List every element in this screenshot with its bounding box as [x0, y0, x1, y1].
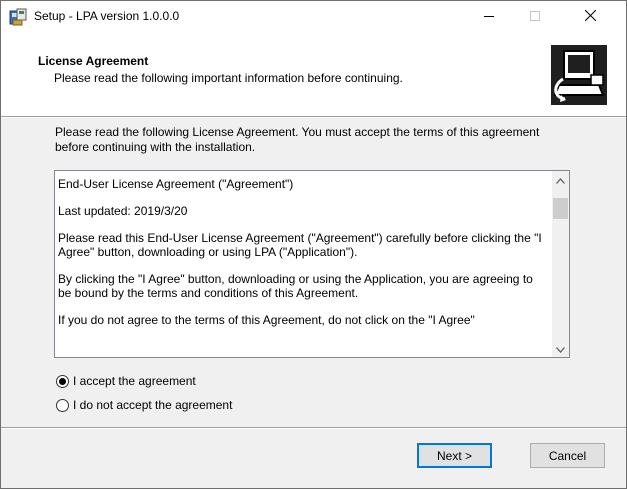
- license-text-box[interactable]: End-User License Agreement ("Agreement")…: [54, 170, 570, 358]
- cancel-button[interactable]: Cancel: [530, 443, 605, 468]
- license-paragraph: By clicking the "I Agree" button, downlo…: [58, 272, 533, 300]
- vertical-scrollbar[interactable]: [552, 171, 569, 357]
- minimize-button[interactable]: [466, 1, 512, 32]
- license-text[interactable]: End-User License Agreement ("Agreement")…: [58, 177, 544, 340]
- scroll-up-button[interactable]: [552, 171, 569, 188]
- window-title: Setup - LPA version 1.0.0.0: [34, 9, 180, 23]
- chevron-up-icon: [556, 173, 565, 187]
- computer-install-icon: [551, 45, 607, 105]
- maximize-button[interactable]: [512, 1, 558, 32]
- next-button[interactable]: Next >: [417, 443, 492, 468]
- intro-text: Please read the following License Agreem…: [55, 125, 540, 154]
- setup-window: Setup - LPA version 1.0.0.0 License Agre…: [0, 0, 627, 489]
- maximize-icon: [530, 10, 540, 24]
- license-paragraph: Last updated: 2019/3/20: [58, 204, 188, 218]
- decline-radio[interactable]: [56, 398, 69, 412]
- scrollbar-thumb[interactable]: [553, 198, 568, 219]
- close-button[interactable]: [567, 1, 613, 32]
- accept-radio[interactable]: [56, 374, 69, 388]
- license-paragraph: Please read this End-User License Agreem…: [58, 231, 542, 259]
- license-paragraph: End-User License Agreement ("Agreement"): [58, 177, 294, 191]
- title-bar[interactable]: Setup - LPA version 1.0.0.0: [1, 1, 626, 32]
- license-paragraph: If you do not agree to the terms of this…: [58, 313, 475, 327]
- decline-label[interactable]: I do not accept the agreement: [73, 398, 232, 412]
- chevron-down-icon: [556, 342, 565, 356]
- accept-option[interactable]: I accept the agreement: [56, 373, 196, 389]
- close-icon: [584, 9, 596, 24]
- footer-divider: [1, 427, 626, 429]
- scroll-down-button[interactable]: [552, 340, 569, 357]
- minimize-icon: [484, 10, 494, 24]
- page-title: License Agreement: [38, 54, 149, 68]
- decline-option[interactable]: I do not accept the agreement: [56, 397, 232, 413]
- page-subtitle: Please read the following important info…: [54, 71, 403, 85]
- setup-app-icon: [9, 8, 27, 26]
- header-divider: [1, 116, 626, 118]
- accept-label[interactable]: I accept the agreement: [73, 374, 196, 388]
- wizard-header: License Agreement Please read the follow…: [1, 32, 626, 116]
